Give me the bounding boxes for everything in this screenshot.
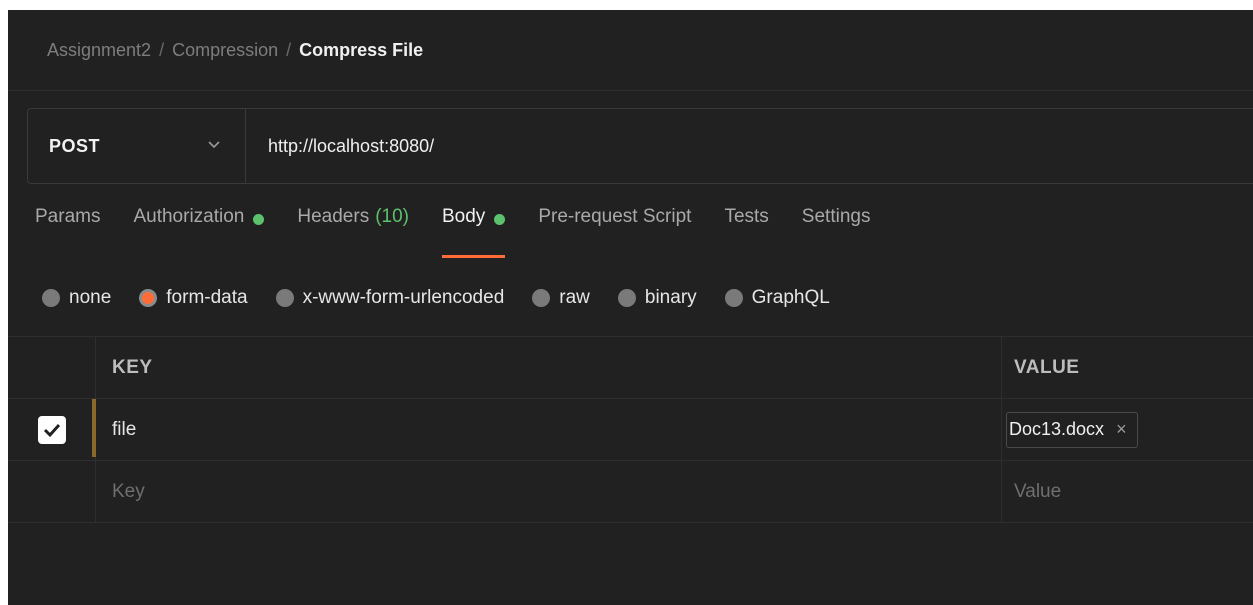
tab-label: Params: [35, 206, 101, 227]
radio-label: binary: [644, 287, 697, 308]
radio-raw[interactable]: raw: [532, 287, 590, 309]
radio-circle-icon: [617, 289, 636, 307]
url-input[interactable]: [246, 109, 1253, 183]
key-placeholder: Key: [112, 480, 145, 502]
chevron-down-icon: [208, 141, 220, 149]
request-tabs: Params Authorization Headers (10) Body P…: [8, 206, 903, 258]
tab-authorization[interactable]: Authorization: [133, 206, 265, 258]
table-row: file Doc13.docx ×: [8, 399, 1253, 461]
postman-request-panel: Assignment2 / Compression / Compress Fil…: [8, 10, 1253, 605]
checkmark-icon: [43, 423, 60, 437]
breadcrumb-separator: /: [159, 39, 165, 60]
radio-selected-icon: [139, 289, 158, 307]
form-data-table: KEY VALUE file Doc13.docx × Key Value: [8, 336, 1253, 523]
row-checkbox-cell: [8, 399, 96, 460]
table-row-new: Key Value: [8, 461, 1253, 523]
status-dot-icon: [253, 214, 265, 225]
headers-count-badge: (10): [375, 206, 409, 227]
tab-label: Pre-request Script: [538, 206, 692, 227]
tab-pre-request-script[interactable]: Pre-request Script: [538, 206, 691, 258]
row-enabled-checkbox[interactable]: [37, 415, 66, 444]
table-header-row: KEY VALUE: [8, 337, 1253, 399]
radio-circle-icon: [724, 289, 743, 307]
breadcrumb-separator: /: [286, 39, 292, 60]
method-dropdown[interactable]: POST: [28, 109, 246, 183]
tab-label: Settings: [801, 206, 871, 227]
radio-circle-icon: [532, 289, 551, 307]
tab-tests[interactable]: Tests: [724, 206, 768, 258]
new-value-input[interactable]: Value: [1002, 461, 1253, 522]
tab-params[interactable]: Params: [35, 206, 100, 258]
radio-circle-icon: [42, 289, 60, 307]
tab-label: Authorization: [133, 206, 245, 227]
request-url-bar: POST: [27, 108, 1253, 184]
radio-label: GraphQL: [751, 287, 830, 308]
table-header-spacer: [8, 337, 96, 398]
column-header-value: VALUE: [1014, 356, 1080, 378]
file-chip[interactable]: Doc13.docx ×: [1006, 411, 1138, 448]
status-dot-icon: [494, 214, 506, 225]
tab-headers[interactable]: Headers (10): [297, 206, 409, 258]
value-cell: Doc13.docx ×: [1002, 399, 1253, 460]
radio-form-data[interactable]: form-data: [139, 287, 248, 309]
radio-none[interactable]: none: [42, 287, 111, 309]
new-key-input[interactable]: Key: [96, 461, 1002, 522]
key-cell[interactable]: file: [96, 399, 1002, 460]
close-icon[interactable]: ×: [1116, 419, 1127, 440]
tab-label: Body: [442, 206, 486, 227]
radio-circle-icon: [275, 289, 294, 307]
radio-label: raw: [559, 287, 590, 308]
value-placeholder: Value: [1014, 480, 1062, 502]
radio-binary[interactable]: binary: [617, 287, 697, 309]
breadcrumb-item-assignment2[interactable]: Assignment2: [47, 40, 151, 61]
row-checkbox-cell: [8, 461, 96, 522]
body-type-selector: none form-data x-www-form-urlencoded raw…: [42, 287, 858, 309]
page-title[interactable]: Compress File: [299, 40, 423, 61]
key-text: file: [112, 418, 137, 440]
breadcrumb-item-compression[interactable]: Compression: [172, 40, 278, 61]
method-label: POST: [49, 135, 101, 156]
radio-label: form-data: [166, 287, 248, 308]
tab-body[interactable]: Body: [442, 206, 506, 258]
tab-label: Tests: [724, 206, 769, 227]
radio-x-www-form-urlencoded[interactable]: x-www-form-urlencoded: [275, 287, 505, 309]
tab-settings[interactable]: Settings: [802, 206, 871, 258]
breadcrumb: Assignment2 / Compression / Compress Fil…: [8, 10, 1253, 91]
file-name: Doc13.docx: [1009, 419, 1105, 439]
radio-graphql[interactable]: GraphQL: [724, 287, 830, 309]
radio-label: none: [69, 287, 112, 308]
tab-label: Headers: [297, 206, 370, 227]
radio-label: x-www-form-urlencoded: [302, 287, 505, 308]
column-header-key: KEY: [96, 337, 1002, 398]
